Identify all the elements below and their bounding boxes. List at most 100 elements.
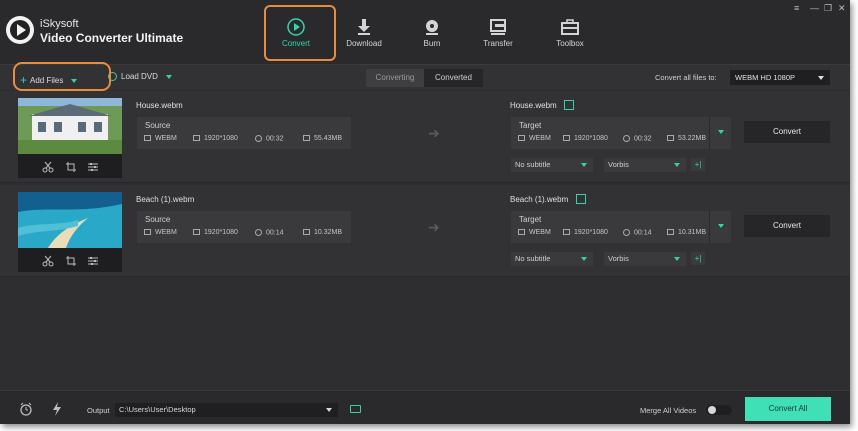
target-info-box: Target WEBM 1920*1080 00:32 53.22MB xyxy=(511,117,709,149)
arrow-right-icon: ➜ xyxy=(428,219,440,235)
close-icon[interactable]: ✕ xyxy=(838,3,846,14)
convert-all-to-label: Convert all files to: xyxy=(655,73,717,82)
clock-icon xyxy=(255,229,262,236)
resolution-icon xyxy=(563,229,570,236)
output-format-select[interactable]: WEBM HD 1080P xyxy=(730,70,830,85)
clock-icon xyxy=(623,135,630,142)
target-size-value: 10.31MB xyxy=(678,229,707,236)
film-icon xyxy=(518,135,525,142)
subtitle-select[interactable]: No subtitle xyxy=(511,252,593,266)
subtitle-value: No subtitle xyxy=(515,160,551,169)
toolbox-icon xyxy=(561,19,579,35)
thumbnail-tools xyxy=(18,158,122,176)
chevron-down-icon xyxy=(674,163,680,167)
load-dvd-button[interactable]: Load DVD xyxy=(108,72,172,82)
scissors-icon[interactable] xyxy=(42,161,54,173)
target-format: WEBM xyxy=(518,229,551,236)
target-format-dropdown[interactable] xyxy=(709,211,731,243)
transfer-icon xyxy=(490,19,506,35)
load-dvd-label: Load DVD xyxy=(121,72,158,81)
merge-all-videos-toggle[interactable] xyxy=(706,405,732,415)
settings-sliders-icon[interactable] xyxy=(87,255,99,267)
tab-converted[interactable]: Converted xyxy=(424,69,483,87)
target-duration-value: 00:14 xyxy=(634,229,652,237)
nav-convert-label: Convert xyxy=(281,39,310,48)
nav-download[interactable]: Download xyxy=(334,12,394,56)
nav-transfer[interactable]: Transfer xyxy=(468,12,528,56)
restore-icon[interactable]: ❐ xyxy=(824,3,832,14)
video-thumbnail[interactable] xyxy=(18,98,122,154)
source-duration-value: 00:32 xyxy=(266,135,284,143)
target-size-value: 53.22MB xyxy=(678,135,707,142)
crop-icon[interactable] xyxy=(65,255,77,267)
target-resolution-value: 1920*1080 xyxy=(574,229,608,236)
target-duration: 00:32 xyxy=(623,135,652,142)
convert-all-button[interactable]: Convert All xyxy=(745,397,831,421)
settings-sliders-icon[interactable] xyxy=(87,161,99,173)
app-logo xyxy=(6,16,34,44)
nav-convert[interactable]: Convert xyxy=(266,12,326,56)
merge-subtitle-icon[interactable]: +| xyxy=(691,252,705,265)
lightning-icon[interactable] xyxy=(52,402,62,416)
folder-icon xyxy=(303,135,310,142)
chevron-down-icon xyxy=(674,257,680,261)
merge-subtitle-icon[interactable]: +| xyxy=(691,158,705,171)
target-format-value: WEBM xyxy=(529,229,551,236)
chevron-down-icon xyxy=(581,257,587,261)
load-dvd-dropdown-icon[interactable] xyxy=(165,74,172,79)
source-format: WEBM xyxy=(144,135,177,142)
film-icon xyxy=(518,229,525,236)
target-format-dropdown[interactable] xyxy=(709,117,731,149)
convert-button[interactable]: Convert xyxy=(744,121,830,143)
audio-select[interactable]: Vorbis xyxy=(604,158,686,172)
edit-icon[interactable] xyxy=(564,100,574,110)
output-label: Output xyxy=(87,406,110,415)
source-resolution-value: 1920*1080 xyxy=(204,135,238,142)
source-resolution: 1920*1080 xyxy=(193,229,238,236)
add-files-highlight xyxy=(13,62,111,91)
alarm-clock-icon[interactable] xyxy=(19,402,33,416)
source-size: 55.43MB xyxy=(303,135,342,142)
source-size-value: 55.43MB xyxy=(314,135,343,142)
edit-icon[interactable] xyxy=(576,194,586,204)
target-format-value: WEBM xyxy=(529,135,551,142)
file-list-empty-area xyxy=(0,278,850,390)
nav-toolbox[interactable]: Toolbox xyxy=(540,12,600,56)
output-path-select[interactable]: C:\Users\User\Desktop xyxy=(115,403,338,417)
burn-icon xyxy=(426,20,438,35)
menu-icon[interactable]: ≡ xyxy=(794,3,799,13)
target-title: Target xyxy=(519,121,542,130)
crop-icon[interactable] xyxy=(65,161,77,173)
resolution-icon xyxy=(563,135,570,142)
source-duration: 00:14 xyxy=(255,229,284,236)
output-path-value: C:\Users\User\Desktop xyxy=(119,405,196,414)
action-bar: + Add Files Load DVD Converting Converted… xyxy=(0,64,850,90)
video-thumbnail[interactable] xyxy=(18,192,122,248)
source-info-box: Source WEBM 1920*1080 00:32 55.43MB xyxy=(137,117,351,149)
minimize-icon[interactable]: — xyxy=(810,3,819,13)
audio-select[interactable]: Vorbis xyxy=(604,252,686,266)
source-file-name: Beach (1).webm xyxy=(136,195,195,204)
target-duration-value: 00:32 xyxy=(634,135,652,143)
convert-button[interactable]: Convert xyxy=(744,215,830,237)
source-size-value: 10.32MB xyxy=(314,229,343,236)
video-thumbnail-panel xyxy=(18,192,122,272)
download-icon xyxy=(358,19,370,35)
resolution-icon xyxy=(193,135,200,142)
chevron-down-icon xyxy=(718,130,724,134)
target-file-name: Beach (1).webm xyxy=(510,195,569,204)
scissors-icon[interactable] xyxy=(42,255,54,267)
convert-icon xyxy=(287,18,305,36)
brand-name: iSkysoft xyxy=(40,18,79,30)
nav-burn[interactable]: Burn xyxy=(402,12,462,56)
target-size: 53.22MB xyxy=(667,135,706,142)
bottom-bar: Output C:\Users\User\Desktop Merge All V… xyxy=(0,390,850,424)
nav-burn-label: Burn xyxy=(423,39,441,48)
subtitle-select[interactable]: No subtitle xyxy=(511,158,593,172)
tab-converting[interactable]: Converting xyxy=(366,69,424,87)
open-folder-icon[interactable] xyxy=(350,405,361,413)
file-row: Beach (1).webm Source WEBM 1920*1080 00:… xyxy=(0,185,850,277)
chevron-down-icon xyxy=(718,224,724,228)
source-file-name: House.webm xyxy=(136,101,183,110)
nav-toolbox-label: Toolbox xyxy=(556,39,584,48)
